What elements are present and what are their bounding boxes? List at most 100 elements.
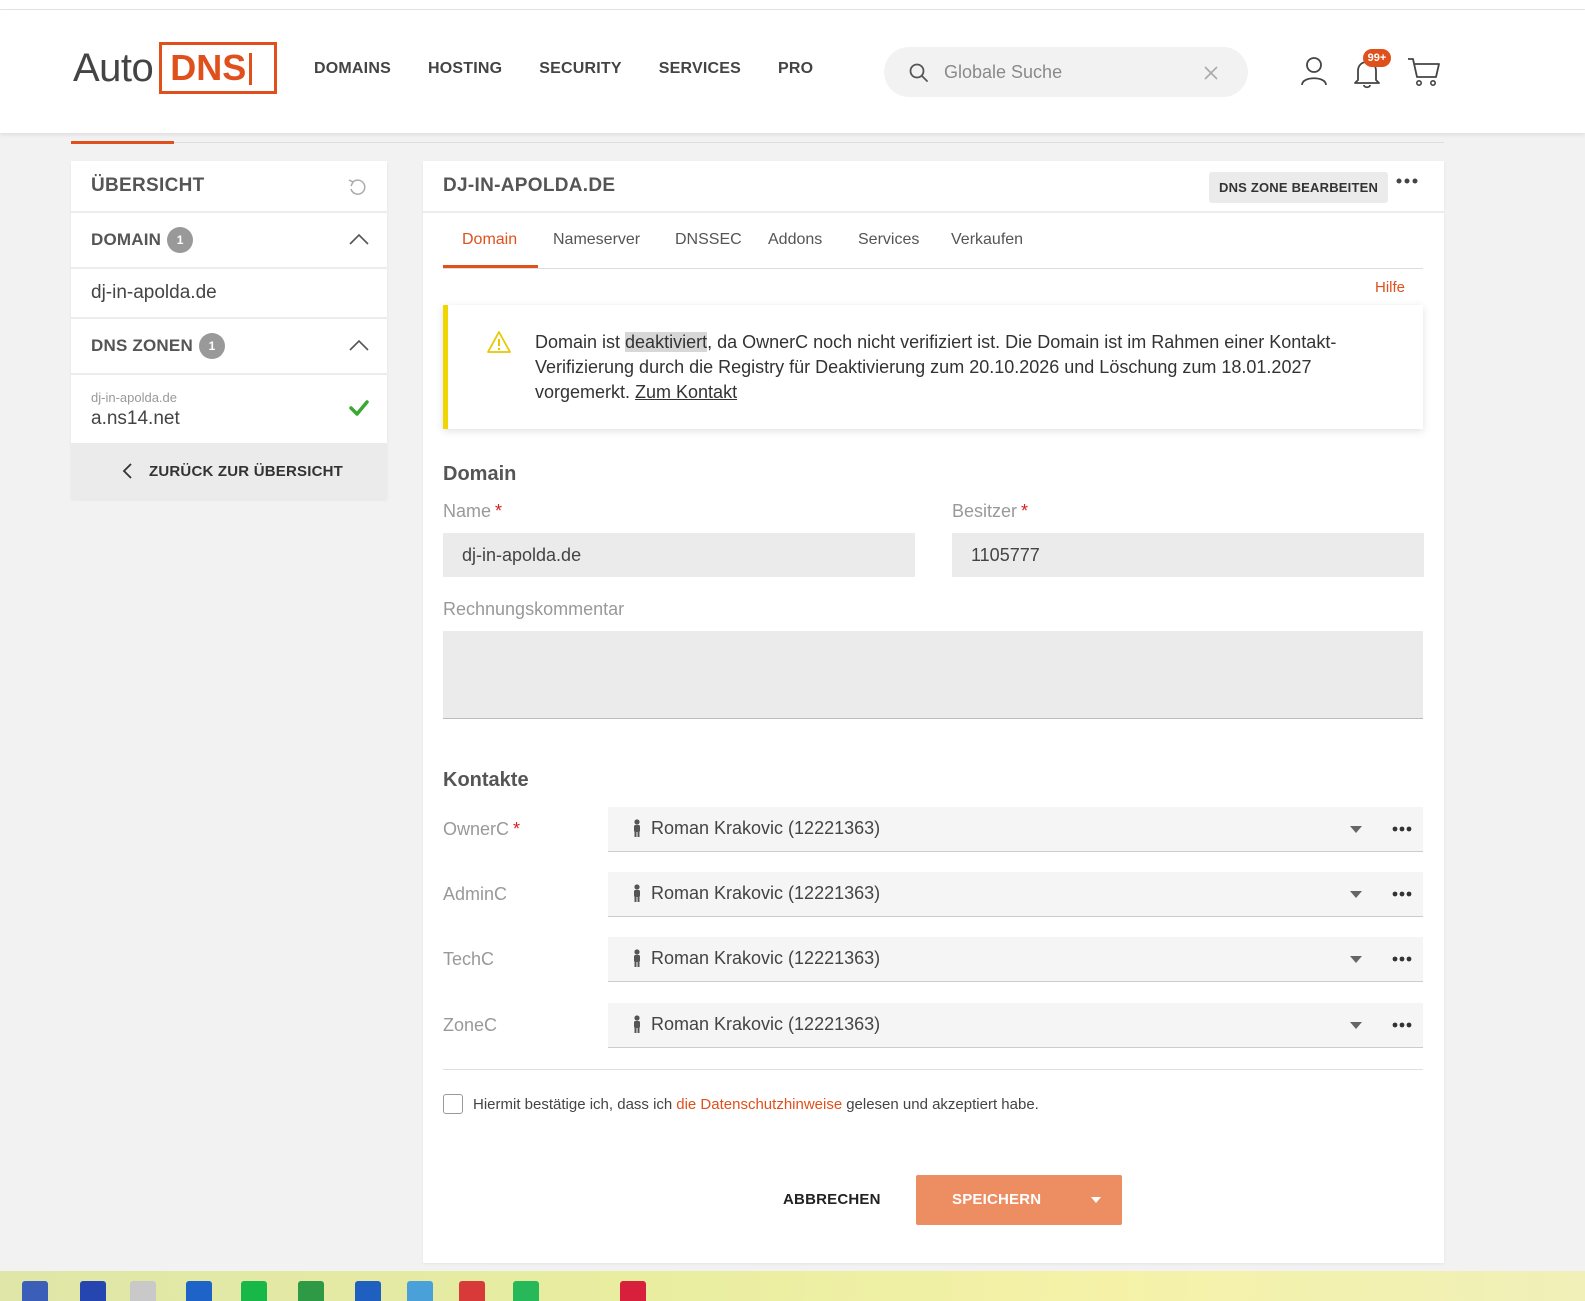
user-icon[interactable] [1300,55,1328,87]
taskbar-app-icon[interactable] [407,1281,433,1301]
page-tab-indicator [71,141,174,144]
go-to-contact-link[interactable]: Zum Kontakt [635,382,737,402]
tab-dnssec[interactable]: DNSSEC [675,231,742,249]
sidebar: ÜBERSICHT DOMAIN 1 dj-in-apolda.de DNS Z… [71,161,387,499]
zonec-value: Roman Krakovic (12221363) [651,1014,881,1034]
search-input[interactable] [944,57,1194,87]
sidebar-item-dns-zone[interactable]: dj-in-apolda.de a.ns14.net [71,375,387,443]
save-button-label: SPEICHERN [952,1191,1042,1208]
billing-comment-field[interactable] [443,631,1423,719]
sidebar-header: ÜBERSICHT [71,161,387,213]
taskbar-app-icon[interactable] [459,1281,485,1301]
tab-services[interactable]: Services [858,231,919,249]
zone-nameserver: a.ns14.net [91,408,180,429]
nav-services[interactable]: SERVICES [659,60,741,78]
contact-row-adminc: AdminC Roman Krakovic (12221363) [443,872,1423,918]
more-options-icon[interactable] [1396,178,1418,184]
taskbar-app-icon[interactable] [80,1281,106,1301]
zonec-label: ZoneC [443,1015,498,1035]
dropdown-arrow-icon[interactable] [1350,891,1362,898]
browser-top-strip [0,0,1585,10]
dropdown-arrow-icon[interactable] [1350,1022,1362,1029]
back-button-label: ZURÜCK ZUR ÜBERSICHT [149,462,343,480]
taskbar-app-icon[interactable] [241,1281,267,1301]
dns-zones-label: DNS ZONEN [91,336,193,355]
edit-dns-zone-button[interactable]: DNS ZONE BEARBEITEN [1209,172,1389,203]
privacy-policy-link[interactable]: die Datenschutzhinweise [676,1096,842,1113]
highlighted-status: deaktiviert [625,332,708,352]
active-tab-indicator [443,265,538,268]
domain-section-title: Domain [443,463,517,485]
nav-pro[interactable]: PRO [778,60,813,78]
warning-icon [487,331,511,353]
chevron-up-icon[interactable] [349,339,369,351]
privacy-consent-checkbox[interactable] [443,1094,463,1114]
warning-message: Domain ist deaktiviert, da OwnerC noch n… [535,332,1337,402]
chevron-up-icon[interactable] [349,233,369,245]
notification-badge: 99+ [1363,49,1391,67]
chevron-left-icon [122,463,132,479]
dropdown-arrow-icon[interactable] [1350,956,1362,963]
more-options-icon[interactable] [1392,956,1412,962]
refresh-icon[interactable] [347,177,369,197]
cart-icon[interactable] [1407,56,1441,88]
logo-dns-text: DNS [159,42,278,94]
person-icon [634,1015,640,1033]
page-title: DJ-IN-APOLDA.DE [443,175,616,196]
ownerc-select[interactable]: Roman Krakovic (12221363) [608,807,1423,852]
owner-field[interactable] [952,533,1424,577]
taskbar-app-icon[interactable] [513,1281,539,1301]
taskbar-app-icon[interactable] [186,1281,212,1301]
deactivation-warning: Domain ist deaktiviert, da OwnerC noch n… [443,305,1423,429]
top-header: Auto DNS DOMAINS HOSTING SECURITY SERVIC… [0,10,1585,133]
taskbar-app-icon[interactable] [298,1281,324,1301]
person-icon [634,949,640,967]
person-icon [634,884,640,902]
taskbar-app-icon[interactable] [130,1281,156,1301]
name-field[interactable] [443,533,915,577]
clear-search-icon[interactable] [1203,65,1219,81]
logo-caret [249,53,253,85]
dropdown-arrow-icon[interactable] [1350,826,1362,833]
adminc-value: Roman Krakovic (12221363) [651,883,881,903]
consent-text-before: Hiermit bestätige ich, dass ich [473,1095,673,1113]
privacy-consent: Hiermit bestätige ich, dass ich die Date… [443,1094,1039,1114]
back-to-overview-button[interactable]: ZURÜCK ZUR ÜBERSICHT [71,443,387,499]
taskbar-app-icon[interactable] [620,1281,646,1301]
adminc-select[interactable]: Roman Krakovic (12221363) [608,872,1423,917]
contact-row-ownerc: OwnerC * Roman Krakovic (12221363) [443,807,1423,853]
sidebar-section-domain[interactable]: DOMAIN 1 [71,213,387,269]
help-link[interactable]: Hilfe [1375,279,1405,296]
contact-row-techc: TechC Roman Krakovic (12221363) [443,937,1423,983]
sidebar-title: ÜBERSICHT [91,175,205,196]
tab-bar: Domain Nameserver DNSSEC Addons Services… [443,221,1423,269]
tab-verkaufen[interactable]: Verkaufen [951,231,1023,249]
tab-addons[interactable]: Addons [768,231,822,249]
logo-auto-text: Auto [73,45,154,90]
contacts-section-title: Kontakte [443,769,529,791]
caret-down-icon[interactable] [1091,1197,1101,1203]
page-tab-divider [174,142,1444,143]
more-options-icon[interactable] [1392,1022,1412,1028]
nav-hosting[interactable]: HOSTING [428,60,502,78]
tab-domain[interactable]: Domain [462,231,517,249]
nav-domains[interactable]: DOMAINS [314,60,391,78]
sidebar-item-domain[interactable]: dj-in-apolda.de [71,269,387,319]
cancel-button[interactable]: ABBRECHEN [783,1191,881,1208]
more-options-icon[interactable] [1392,826,1412,832]
zonec-select[interactable]: Roman Krakovic (12221363) [608,1003,1423,1048]
taskbar-app-icon[interactable] [22,1281,48,1301]
autodns-logo[interactable]: Auto DNS [73,42,278,94]
checkmark-icon [349,400,369,416]
taskbar-app-icon[interactable] [355,1281,381,1301]
ownerc-label: OwnerC * [443,819,521,839]
billing-comment-label: Rechnungskommentar [443,599,625,619]
tab-nameserver[interactable]: Nameserver [553,231,640,249]
contact-row-zonec: ZoneC Roman Krakovic (12221363) [443,1003,1423,1049]
sidebar-section-dns-zones[interactable]: DNS ZONEN 1 [71,319,387,375]
more-options-icon[interactable] [1392,891,1412,897]
person-icon [634,819,640,837]
nav-security[interactable]: SECURITY [539,60,622,78]
techc-select[interactable]: Roman Krakovic (12221363) [608,937,1423,982]
save-button[interactable]: SPEICHERN [916,1175,1122,1225]
